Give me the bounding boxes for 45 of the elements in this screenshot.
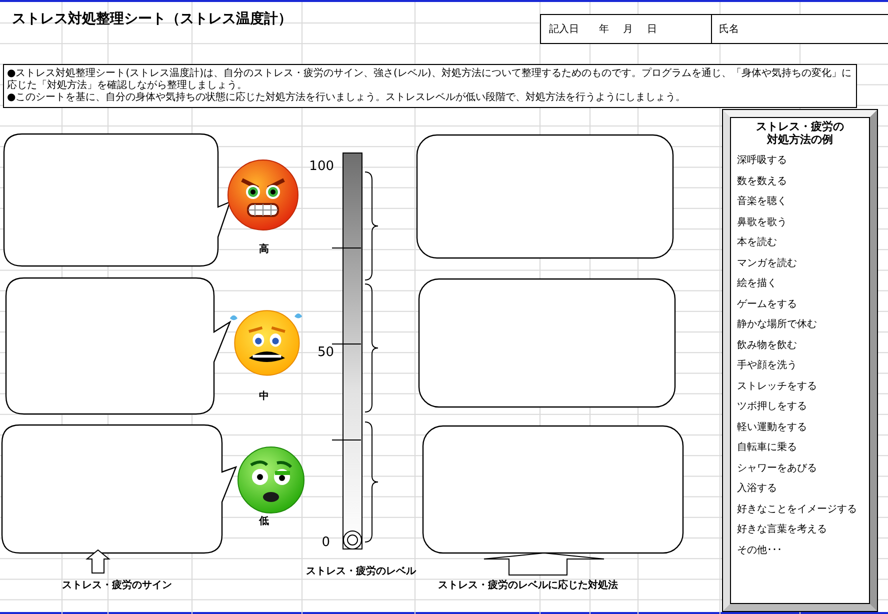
- example-item: 音楽を聴く: [737, 194, 788, 209]
- month-label: 月: [623, 23, 633, 36]
- example-item: 軽い運動をする: [737, 420, 808, 434]
- example-item: 好きな言葉を考える: [737, 522, 828, 537]
- example-item: その他･･･: [737, 544, 783, 558]
- brace-icon: [364, 422, 378, 542]
- example-item: ゲームをする: [737, 298, 798, 312]
- level-label: 高: [259, 242, 269, 256]
- example-item: 深呼吸する: [737, 154, 788, 168]
- level-label: 低: [259, 514, 269, 528]
- level-label: 中: [259, 390, 269, 403]
- scale-label: 0: [320, 535, 330, 550]
- day-label: 日: [647, 23, 657, 36]
- example-item: 手や顔を洗う: [737, 358, 798, 373]
- example-item: 数を数える: [737, 174, 788, 188]
- scale-label: 100: [308, 159, 334, 174]
- example-item: ツボ押しをする: [737, 400, 808, 414]
- year-label: 年: [599, 23, 609, 36]
- panel-title: ストレス・疲労の 対処方法の例: [755, 120, 845, 146]
- example-item: 入浴する: [737, 482, 778, 496]
- up-arrow-icon: [484, 552, 604, 576]
- example-item: 静かな場所で休む: [737, 318, 818, 332]
- sick-face-icon: [235, 445, 307, 515]
- sheet-title: ストレス対処整理シート（ストレス温度計）: [12, 10, 292, 28]
- description-text: ●このシートを基に、自分の身体や気持ちの状態に応じた対処方法を行いましょう。ストレスレベルが低い段階で、対処方法を行うようにしましょう。: [7, 92, 687, 104]
- level-caption: ストレス・疲労のレベル: [306, 564, 416, 578]
- example-item: 自転車に乗る: [737, 440, 798, 455]
- date-label: 記入日: [549, 22, 579, 36]
- name-label: 氏名: [718, 22, 739, 36]
- scale-label: 50: [316, 345, 334, 360]
- description-text: ●ストレス対処整理シート(ストレス温度計)は、自分のストレス・疲労のサイン、強さ(レベル)、対処方法について整理するためのものです。プログラムを通じ、「身体や気持ちの変化」に応じた「対処方法」を確認しながら整理しましょう。: [7, 68, 852, 92]
- example-item: マンガを読む: [737, 256, 798, 270]
- angry-face-icon: [226, 158, 300, 232]
- sign-caption: ストレス・疲労のサイン: [62, 578, 172, 592]
- example-item: 好きなことをイメージする: [737, 502, 858, 516]
- brace-icon: [364, 284, 378, 412]
- example-item: 絵を描く: [737, 276, 778, 291]
- example-item: 本を読む: [737, 236, 778, 250]
- up-arrow-icon: [86, 549, 110, 574]
- example-item: 鼻歌を歌う: [737, 216, 788, 230]
- example-item: ストレッチをする: [737, 380, 818, 394]
- coping-caption: ストレス・疲労のレベルに応じた対処法: [438, 578, 618, 592]
- brace-icon: [364, 172, 378, 280]
- example-item: 飲み物を飲む: [737, 338, 798, 352]
- example-item: シャワーをあびる: [737, 462, 818, 476]
